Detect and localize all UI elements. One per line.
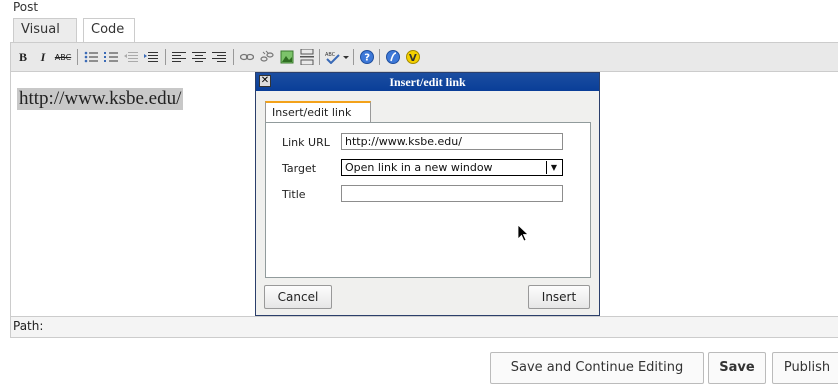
cancel-button[interactable]: Cancel bbox=[264, 285, 332, 309]
link-icon[interactable] bbox=[239, 49, 255, 65]
toolbar-separator bbox=[319, 49, 320, 65]
selected-link-text[interactable]: http://www.ksbe.edu/ bbox=[17, 88, 184, 110]
target-select[interactable]: Open link in a new window ▼ bbox=[341, 159, 563, 176]
svg-text:ABC: ABC bbox=[325, 52, 336, 58]
flash-icon[interactable] bbox=[385, 49, 401, 65]
toolbar-separator bbox=[165, 49, 166, 65]
unlink-icon[interactable] bbox=[259, 49, 275, 65]
svg-text:V: V bbox=[409, 53, 417, 64]
mouse-cursor-icon bbox=[517, 224, 530, 247]
align-center-icon[interactable] bbox=[191, 49, 207, 65]
link-url-input[interactable]: http://www.ksbe.edu/ bbox=[341, 133, 563, 150]
insert-button[interactable]: Insert bbox=[528, 285, 590, 309]
numbered-list-icon[interactable] bbox=[103, 49, 119, 65]
outdent-icon[interactable] bbox=[123, 49, 139, 65]
tab-code[interactable]: Code bbox=[83, 18, 135, 42]
toolbar-separator bbox=[77, 49, 78, 65]
bold-button[interactable]: B bbox=[15, 49, 31, 65]
title-label: Title bbox=[282, 188, 306, 201]
help-icon[interactable]: ? bbox=[359, 49, 375, 65]
indent-icon[interactable] bbox=[143, 49, 159, 65]
align-right-icon[interactable] bbox=[211, 49, 227, 65]
link-url-label: Link URL bbox=[282, 136, 330, 149]
toolbar-separator bbox=[353, 49, 354, 65]
more-tag-icon[interactable] bbox=[299, 49, 315, 65]
chevron-down-icon[interactable]: ▼ bbox=[546, 161, 561, 174]
insert-link-dialog: Insert/edit link ✕ Insert/edit link Link… bbox=[255, 72, 600, 316]
insert-image-icon[interactable] bbox=[279, 49, 295, 65]
toolbar-separator bbox=[379, 49, 380, 65]
svg-text:?: ? bbox=[364, 53, 370, 64]
align-left-icon[interactable] bbox=[171, 49, 187, 65]
path-bar: Path: bbox=[11, 316, 838, 337]
publish-button[interactable]: Publish bbox=[772, 352, 838, 384]
dialog-title-bar[interactable]: Insert/edit link ✕ bbox=[256, 73, 599, 91]
tab-visual[interactable]: Visual bbox=[13, 18, 77, 42]
path-label: Path: bbox=[13, 319, 44, 333]
editor-toolbar: B I ABC ABC ? V bbox=[11, 43, 838, 72]
bullet-list-icon[interactable] bbox=[83, 49, 99, 65]
dialog-panel: Link URL http://www.ksbe.edu/ Target Ope… bbox=[265, 122, 591, 278]
save-button[interactable]: Save bbox=[708, 352, 766, 384]
title-input[interactable] bbox=[341, 185, 563, 202]
video-icon[interactable]: V bbox=[405, 49, 421, 65]
close-icon[interactable]: ✕ bbox=[259, 75, 271, 87]
tab-insert-edit-link[interactable]: Insert/edit link bbox=[265, 101, 371, 123]
spellcheck-icon[interactable]: ABC bbox=[325, 49, 349, 65]
italic-button[interactable]: I bbox=[35, 49, 51, 65]
strikethrough-button[interactable]: ABC bbox=[55, 49, 71, 65]
target-label: Target bbox=[282, 162, 317, 175]
toolbar-separator bbox=[233, 49, 234, 65]
target-select-value: Open link in a new window bbox=[345, 161, 493, 174]
dialog-title: Insert/edit link bbox=[389, 75, 466, 89]
post-label: Post bbox=[13, 0, 39, 14]
save-and-continue-button[interactable]: Save and Continue Editing bbox=[490, 352, 704, 384]
